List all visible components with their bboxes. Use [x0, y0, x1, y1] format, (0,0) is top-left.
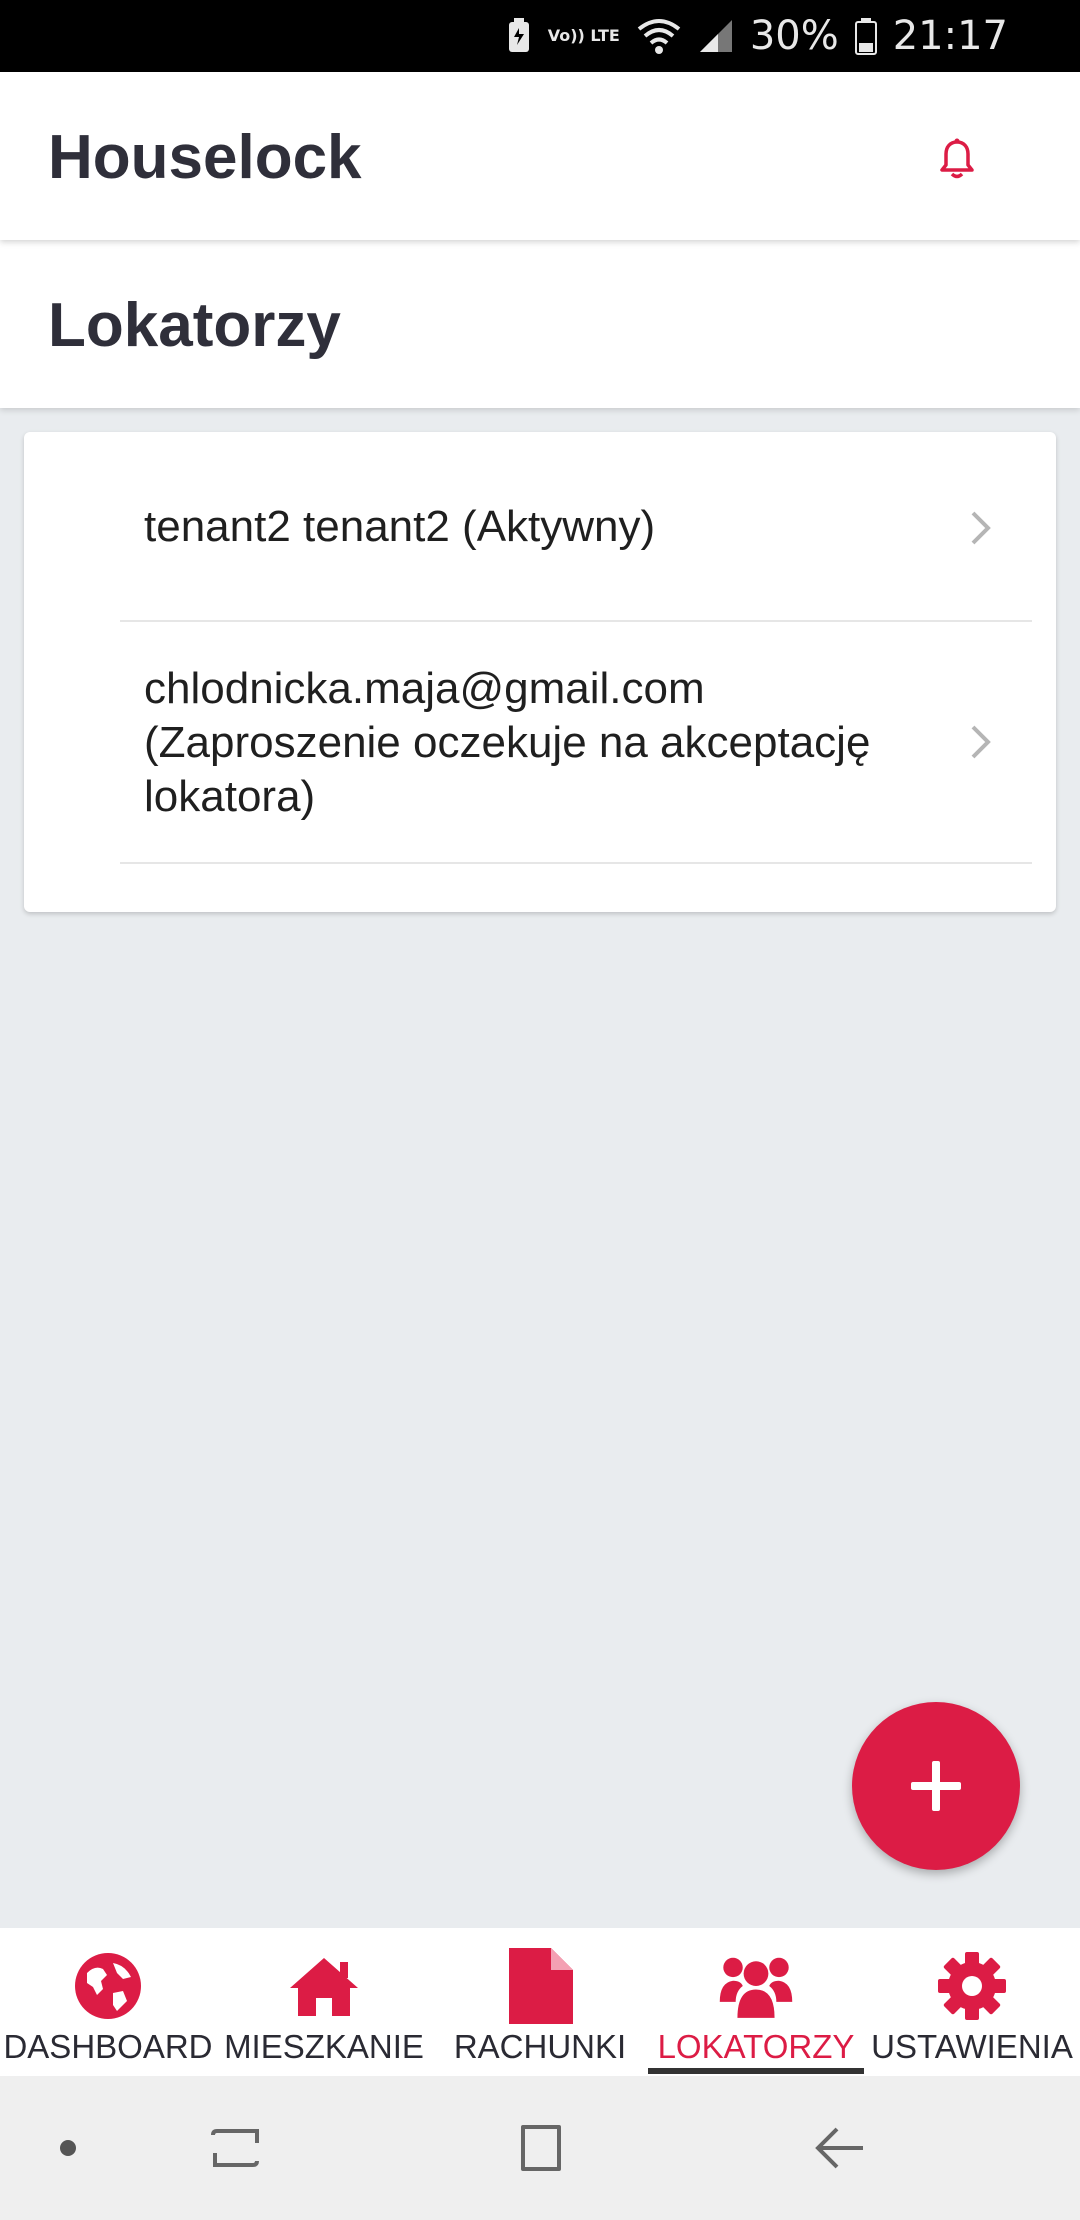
- nav-ustawienia[interactable]: USTAWIENIA: [864, 1928, 1080, 2076]
- tenant-list-item[interactable]: chlodnicka.maja@gmail.com (Zaproszenie o…: [120, 622, 1032, 864]
- recents-icon: [211, 2129, 259, 2167]
- battery-saver-icon: [506, 18, 532, 54]
- nav-label: USTAWIENIA: [871, 2028, 1073, 2065]
- screen: Vo)) LTE 30% 21:17 Houselock Lokatorzy t…: [0, 0, 1080, 2220]
- globe-icon: [70, 1948, 146, 2024]
- tenants-card: tenant2 tenant2 (Aktywny) chlodnicka.maj…: [24, 432, 1056, 912]
- clock: 21:17: [892, 13, 1008, 59]
- tenant-label: chlodnicka.maja@gmail.com (Zaproszenie o…: [144, 664, 871, 821]
- status-bar: Vo)) LTE 30% 21:17: [0, 0, 1080, 72]
- nav-label: LOKATORZY: [657, 2028, 855, 2065]
- home-icon: [286, 1948, 362, 2024]
- add-tenant-button[interactable]: [852, 1702, 1020, 1870]
- wifi-icon: [636, 17, 682, 55]
- tenant-list-item[interactable]: tenant2 tenant2 (Aktywny): [120, 432, 1032, 622]
- nav-label: DASHBOARD: [3, 2028, 213, 2065]
- back-icon: [815, 2127, 863, 2169]
- notifications-button[interactable]: [930, 132, 984, 186]
- dot-icon: [60, 2140, 76, 2156]
- bell-icon: [940, 138, 974, 179]
- app-header: Houselock: [0, 72, 1080, 240]
- chevron-right-icon: [971, 725, 991, 759]
- users-icon: [718, 1948, 794, 2024]
- nav-mieszkanie[interactable]: MIESZKANIE: [216, 1928, 432, 2076]
- plus-icon: [911, 1761, 961, 1811]
- nav-label: MIESZKANIE: [224, 2028, 424, 2065]
- bottom-navigation: DASHBOARD MIESZKANIE RACHUNKI LOKATORZY …: [0, 1928, 1080, 2076]
- gear-icon: [934, 1948, 1010, 2024]
- home-button[interactable]: [500, 2076, 580, 2220]
- active-tab-indicator: [648, 2068, 864, 2074]
- battery-icon: [854, 17, 877, 55]
- nav-dashboard[interactable]: DASHBOARD: [0, 1928, 216, 2076]
- status-icons: Vo)) LTE 30% 21:17: [506, 0, 1008, 72]
- home-square-icon: [521, 2125, 561, 2171]
- page-title: Lokatorzy: [48, 291, 341, 360]
- dot-button[interactable]: [40, 2076, 96, 2220]
- document-icon: [502, 1948, 578, 2024]
- tenant-label: tenant2 tenant2 (Aktywny): [144, 502, 656, 551]
- nav-label: RACHUNKI: [453, 2028, 627, 2065]
- chevron-right-icon: [971, 511, 991, 545]
- back-button[interactable]: [800, 2076, 880, 2220]
- system-navigation-bar: [0, 2076, 1080, 2220]
- recents-button[interactable]: [196, 2076, 276, 2220]
- nav-lokatorzy[interactable]: LOKATORZY: [648, 1928, 864, 2076]
- nav-rachunki[interactable]: RACHUNKI: [432, 1928, 648, 2076]
- app-title: Houselock: [48, 123, 362, 192]
- section-header: Lokatorzy: [0, 240, 1080, 408]
- signal-icon: [698, 18, 734, 54]
- volte-icon: Vo)) LTE: [547, 26, 620, 45]
- battery-percent: 30%: [749, 13, 839, 59]
